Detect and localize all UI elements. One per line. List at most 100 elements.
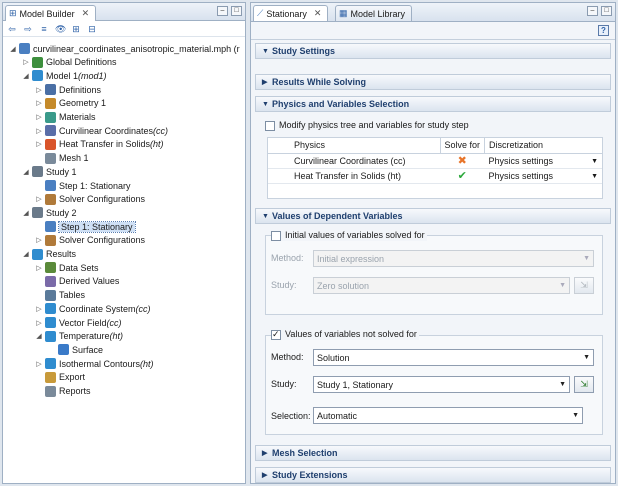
section-results-while-solving[interactable]: ▶ Results While Solving — [255, 74, 611, 90]
tree-node[interactable]: ◢ Temperature (ht) — [35, 330, 123, 343]
collapsed-arrow-icon[interactable]: ▷ — [22, 58, 30, 66]
forward-arrow-icon[interactable]: ⇨ — [23, 24, 33, 34]
solve-for-check-icon[interactable]: ✔ — [440, 168, 485, 184]
collapsed-arrow-icon[interactable]: ▷ — [35, 360, 43, 368]
tree-node-label: Temperature — [59, 331, 110, 342]
collapsed-arrow-icon[interactable]: ▷ — [35, 305, 43, 313]
geometry-icon — [45, 97, 56, 109]
not-solved-checkbox[interactable]: Values of variables not solved for — [271, 329, 419, 340]
tree-node[interactable]: ◢ Model 1 (mod1) — [22, 69, 107, 82]
section-values-dependent[interactable]: ▼ Values of Dependent Variables — [255, 208, 611, 224]
tree-node-tag: (ht) — [109, 331, 124, 342]
initial-method-select[interactable]: Initial expression ▼ — [313, 250, 594, 267]
minimize-icon[interactable]: – — [587, 6, 598, 16]
tree-node[interactable]: Reports — [35, 385, 91, 398]
maximize-icon[interactable]: □ — [231, 6, 242, 16]
collapsed-arrow-icon[interactable]: ▷ — [35, 236, 43, 244]
tree-node[interactable]: ▷ Materials — [35, 111, 96, 124]
tree-node[interactable]: Tables — [35, 289, 85, 302]
tree-node[interactable]: ▷ Definitions — [35, 83, 101, 96]
tree-node[interactable]: ▷ Vector Field (cc) — [35, 316, 122, 329]
tree-node[interactable]: ▷ Data Sets — [35, 261, 99, 274]
minimize-icon[interactable]: – — [217, 6, 228, 16]
collapsed-arrow-icon[interactable]: ▷ — [35, 140, 43, 148]
derived-values-icon — [45, 275, 56, 287]
tree-node[interactable]: Step 1: Stationary — [35, 220, 136, 233]
close-icon[interactable]: ✕ — [314, 8, 322, 19]
collapsed-arrow-icon[interactable]: ▷ — [35, 86, 43, 94]
expand-all-icon[interactable]: ⊞ — [71, 24, 81, 34]
tree-node[interactable]: ▷ Isothermal Contours (ht) — [35, 357, 154, 370]
section-study-extensions[interactable]: ▶ Study Extensions — [255, 467, 611, 483]
tree-node[interactable]: ▷ Global Definitions — [22, 56, 117, 69]
tree-node[interactable]: ▷ Solver Configurations — [35, 193, 145, 206]
initial-values-checkbox[interactable]: Initial values of variables solved for — [271, 230, 427, 241]
tab-model-builder[interactable]: ⊞ Model Builder ✕ — [5, 5, 97, 21]
tree-node[interactable]: Export — [35, 371, 85, 384]
collapsed-arrow-icon[interactable]: ▷ — [35, 319, 43, 327]
dropdown-arrow-icon: ▼ — [583, 255, 590, 262]
show-more-options-icon[interactable]: 👁 — [55, 24, 66, 34]
expanded-arrow-icon[interactable]: ◢ — [22, 250, 30, 258]
tree-node[interactable]: Mesh 1 — [35, 152, 89, 165]
tree-node-label: Geometry 1 — [59, 98, 107, 109]
go-to-source-button[interactable]: ⇲ — [574, 376, 594, 393]
initial-values-group — [265, 235, 603, 315]
tab-stationary[interactable]: ⟋ Stationary ✕ — [253, 5, 329, 21]
maximize-icon[interactable]: □ — [601, 6, 612, 16]
expand-arrow-icon: ▶ — [262, 450, 268, 457]
collapsed-arrow-icon[interactable]: ▷ — [35, 264, 43, 272]
tree-node[interactable]: ◢ curvilinear_coordinates_anisotropic_mat… — [9, 42, 240, 55]
expanded-arrow-icon[interactable]: ◢ — [22, 72, 30, 80]
tree-node[interactable]: Surface — [48, 343, 103, 356]
tree-node[interactable]: Derived Values — [35, 275, 119, 288]
not-solved-method-select[interactable]: Solution ▼ — [313, 349, 594, 366]
go-to-source-button[interactable]: ⇲ — [574, 277, 594, 294]
close-icon[interactable]: ✕ — [82, 8, 90, 19]
help-icon[interactable]: ? — [598, 25, 609, 36]
tree-node[interactable]: ▷ Heat Transfer in Solids (ht) — [35, 138, 164, 151]
section-physics-selection[interactable]: ▼ Physics and Variables Selection — [255, 96, 611, 112]
tree-node[interactable]: ▷ Coordinate System (cc) — [35, 302, 151, 315]
discretization-select[interactable]: Physics settings ▼ — [484, 153, 602, 169]
modify-physics-checkbox[interactable]: Modify physics tree and variables for st… — [265, 120, 469, 131]
tree-node[interactable]: Step 1: Stationary — [35, 179, 131, 192]
discretization-value: Physics settings — [488, 170, 554, 181]
discretization-select[interactable]: Physics settings ▼ — [484, 168, 602, 184]
tree-node[interactable]: ◢ Results — [22, 248, 76, 261]
tree-node-label: Definitions — [59, 84, 102, 95]
dropdown-arrow-icon: ▼ — [559, 381, 566, 388]
not-solved-study-select[interactable]: Study 1, Stationary ▼ — [313, 376, 570, 393]
selection-value: Automatic — [317, 410, 358, 421]
tree-node[interactable]: ▷ Curvilinear Coordinates (cc) — [35, 124, 168, 137]
expanded-arrow-icon[interactable]: ◢ — [22, 168, 30, 176]
section-study-settings[interactable]: ▼ Study Settings — [255, 43, 611, 59]
collapsed-arrow-icon[interactable]: ▷ — [35, 127, 43, 135]
go-to-source-icon: ⇲ — [580, 379, 588, 389]
collapsed-arrow-icon[interactable]: ▷ — [35, 113, 43, 121]
section-mesh-selection[interactable]: ▶ Mesh Selection — [255, 445, 611, 461]
expanded-arrow-icon[interactable]: ◢ — [35, 332, 43, 340]
tree-node[interactable]: ▷ Solver Configurations — [35, 234, 145, 247]
collapsed-arrow-icon[interactable]: ▷ — [35, 99, 43, 107]
selection-select[interactable]: Automatic ▼ — [313, 407, 583, 424]
expanded-arrow-icon[interactable]: ◢ — [9, 45, 17, 53]
initial-values-checkbox-box[interactable] — [271, 230, 281, 241]
tree-node[interactable]: ◢ Study 2 — [22, 206, 77, 219]
table-row[interactable]: Heat Transfer in Solids (ht) ✔ Physics s… — [268, 168, 602, 184]
tab-model-library[interactable]: ▦ Model Library — [335, 5, 413, 21]
collapse-all-icon[interactable]: ⊟ — [87, 24, 97, 34]
initial-study-select[interactable]: Zero solution ▼ — [313, 277, 570, 294]
tree-node[interactable]: ◢ Study 1 — [22, 165, 77, 178]
back-arrow-icon[interactable]: ⇦ — [7, 24, 17, 34]
collapsed-arrow-icon[interactable]: ▷ — [35, 195, 43, 203]
solve-for-cross-icon[interactable]: ✖ — [440, 153, 485, 169]
tree-node[interactable]: ▷ Geometry 1 — [35, 97, 106, 110]
expanded-arrow-icon[interactable]: ◢ — [22, 209, 30, 217]
tree-node-tag: (cc) — [135, 303, 151, 314]
table-row[interactable]: Curvilinear Coordinates (cc) ✖ Physics s… — [268, 153, 602, 169]
show-list-icon[interactable]: ≡ — [39, 24, 49, 34]
modify-physics-checkbox-box[interactable] — [265, 120, 275, 131]
tree-node-label: Study 2 — [46, 207, 77, 218]
not-solved-checkbox-box[interactable] — [271, 329, 281, 340]
